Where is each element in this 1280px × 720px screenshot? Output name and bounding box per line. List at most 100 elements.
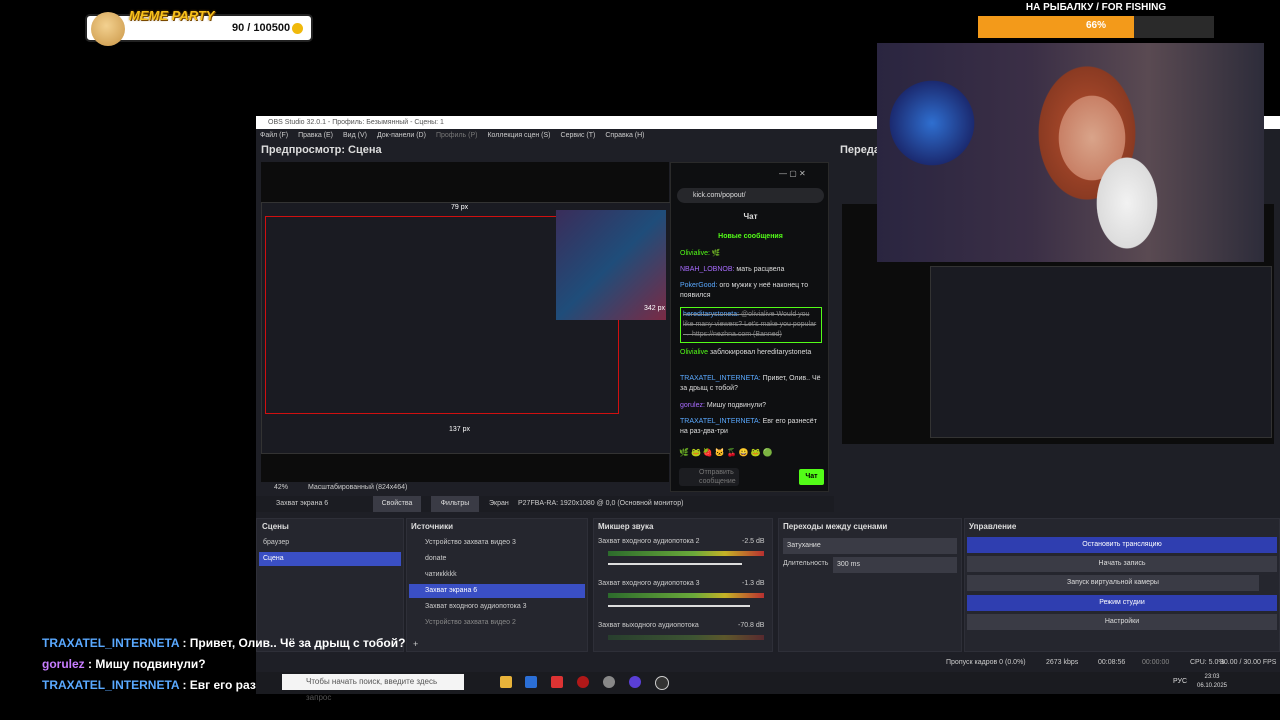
goal-progress-bar: 66% <box>978 16 1214 38</box>
chat-message: gorulez: Мишу подвинули? <box>680 402 767 409</box>
obs-icon[interactable] <box>629 676 641 688</box>
chat-title: Чат <box>743 212 758 221</box>
scale-mode-select[interactable]: Масштабированный (824x464) <box>308 484 407 491</box>
chat-message: Olivialive заблокировал hereditarystonet… <box>680 349 812 356</box>
menu-tools[interactable]: Сервис (T) <box>561 132 596 139</box>
transitions-header: Переходы между сценами <box>783 522 888 531</box>
opera-icon[interactable] <box>577 676 589 688</box>
source-item-selected[interactable]: Захват экрана 6 <box>409 584 585 598</box>
rec-time: 00:00:00 <box>1142 659 1170 666</box>
overlay-chat-line: gorulez : Мишу подвинули? <box>42 657 206 671</box>
stop-stream-button[interactable]: Остановить трансляцию <box>967 537 1277 553</box>
emote-bar[interactable]: 🌿🐸🍓🐱🍒😀🐸🟢 <box>679 448 823 460</box>
mixer-track-db: -70.8 dB <box>738 622 765 629</box>
settings-button[interactable]: Настройки <box>967 614 1277 630</box>
menu-file[interactable]: Файл (F) <box>260 132 288 139</box>
guide-bottom-label: 137 px <box>449 426 471 433</box>
meme-party-widget: MEME PARTY 90 / 100500 <box>85 8 313 46</box>
screen-select[interactable]: P27FBA-RA: 1920x1080 @ 0,0 (Основной мон… <box>518 500 683 507</box>
taskbar-clock[interactable]: 23:03 06.10.2025 <box>1194 673 1230 691</box>
doge-icon <box>91 12 125 46</box>
virtual-cam-button[interactable]: Запуск виртуальной камеры <box>967 575 1259 591</box>
goal-title: НА РЫБАЛКУ / FOR FISHING <box>1025 2 1167 13</box>
mixer-track-db: -2.5 dB <box>742 538 765 545</box>
meme-party-title: MEME PARTY <box>129 8 215 23</box>
store-icon[interactable] <box>525 676 537 688</box>
start-record-button[interactable]: Начать запись <box>967 556 1277 572</box>
filters-button[interactable]: Фильтры <box>431 496 479 512</box>
meme-party-count: 90 / 100500 <box>232 22 291 34</box>
menu-edit[interactable]: Правка (E) <box>298 132 333 139</box>
taskbar-search[interactable]: Чтобы начать поиск, введите здесь запрос <box>282 674 464 702</box>
chat-send-button[interactable]: Чат <box>799 469 824 485</box>
mixer-track-name: Захват выходного аудиопотока <box>598 622 699 629</box>
menu-profile[interactable]: Профиль (P) <box>436 132 478 139</box>
chat-message: TRAXATEL_INTERNETA: Евг его разнесёт на … <box>680 418 817 435</box>
menu-help[interactable]: Справка (H) <box>605 132 644 139</box>
transition-select[interactable]: Затухание <box>783 538 957 554</box>
sources-header: Источники <box>411 522 454 531</box>
mixer-header: Микшер звука <box>598 522 654 531</box>
mixer-track-db: -1.3 dB <box>742 580 765 587</box>
duration-input[interactable]: 300 ms <box>833 557 957 573</box>
scene-item-browser[interactable]: браузер <box>259 536 401 550</box>
mixer-meter <box>608 593 764 598</box>
yandex-icon[interactable] <box>551 676 563 688</box>
guide-top-label: 79 px <box>451 204 469 211</box>
chat-input[interactable]: Отправить сообщение <box>679 468 739 486</box>
duration-label: Длительность <box>783 560 829 567</box>
preview-canvas[interactable]: 79 px 342 px 137 px <box>261 162 671 482</box>
guide-right-label: 342 px <box>644 305 666 312</box>
chat-message: Olivialive: 🌿 <box>680 250 721 257</box>
source-item[interactable]: donate <box>409 552 585 566</box>
program-screen-capture <box>930 266 1272 438</box>
preview-label: Предпросмотр: Сцена <box>261 144 382 156</box>
source-toolbar: Захват экрана 6 Свойства Фильтры Экран P… <box>256 496 834 512</box>
zoom-level[interactable]: 42% <box>274 484 288 491</box>
controls-header: Управление <box>969 522 1017 531</box>
dropped-frames: Пропуск кадров 0 (0.0%) <box>946 659 1026 666</box>
volume-slider[interactable] <box>608 605 750 607</box>
scenes-header: Сцены <box>262 522 289 531</box>
app-icon[interactable] <box>655 676 669 690</box>
volume-slider[interactable] <box>608 563 742 565</box>
chat-message: NBAH_LOBNOB: мать расцвела <box>680 266 785 273</box>
coin-icon <box>292 23 303 34</box>
source-item[interactable]: Устройство захвата видео 3 <box>409 536 585 550</box>
obs-status-bar: Пропуск кадров 0 (0.0%) 2673 kbps 00:08:… <box>256 656 1280 670</box>
url-bar[interactable]: kick.com/popout/ <box>677 188 824 203</box>
source-item[interactable]: Захват входного аудиопотока 3 <box>409 600 585 614</box>
program-label: Переда <box>840 144 880 156</box>
language-indicator[interactable]: РУС <box>1173 678 1187 685</box>
chat-message-banned: hereditarystoneta: @olivialive Would you… <box>680 307 822 343</box>
current-source-name: Захват экрана 6 <box>276 500 329 507</box>
preview-webcam <box>556 210 666 320</box>
transitions-panel: Переходы между сценами Затухание Длитель… <box>778 518 962 652</box>
sources-panel: Источники Устройство захвата видео 3 don… <box>406 518 588 652</box>
chat-message: TRAXATEL_INTERNETA: Привет, Олив.. Чё за… <box>680 375 821 392</box>
mixer-meter <box>608 635 764 640</box>
source-item[interactable]: Устройство захвата видео 2 <box>409 616 585 630</box>
kick-chat-popup: — ▢ ✕ kick.com/popout/ Чат Новые сообщен… <box>670 162 829 492</box>
source-item[interactable]: чатикkkkk <box>409 568 585 582</box>
overlay-chat-line: TRAXATEL_INTERNETA : Привет, Олив.. Чё з… <box>42 636 406 650</box>
menu-view[interactable]: Вид (V) <box>343 132 367 139</box>
stream-time: 00:08:56 <box>1098 659 1126 666</box>
controls-panel: Управление Остановить трансляцию Начать … <box>964 518 1280 652</box>
menu-scene-collection[interactable]: Коллекция сцен (S) <box>487 132 550 139</box>
folder-icon[interactable] <box>500 676 512 688</box>
goal-percent: 66% <box>1085 20 1106 31</box>
properties-button[interactable]: Свойства <box>373 496 421 512</box>
mixer-meter <box>608 551 764 556</box>
scene-item-scene[interactable]: Сцена <box>259 552 401 566</box>
settings-icon[interactable] <box>603 676 615 688</box>
webcam-feed <box>877 43 1264 262</box>
chat-message: PokerGood: ого мужик у неё наконец то по… <box>680 282 809 299</box>
mixer-track-name: Захват входного аудиопотока 2 <box>598 538 700 545</box>
add-source-icon[interactable]: + <box>413 639 418 649</box>
menu-docks[interactable]: Док-панели (D) <box>377 132 426 139</box>
studio-mode-button[interactable]: Режим студии <box>967 595 1277 611</box>
mixer-track-name: Захват входного аудиопотока 3 <box>598 580 700 587</box>
new-messages-label: Новые сообщения <box>718 233 783 240</box>
window-controls[interactable]: — ▢ ✕ <box>779 169 806 178</box>
